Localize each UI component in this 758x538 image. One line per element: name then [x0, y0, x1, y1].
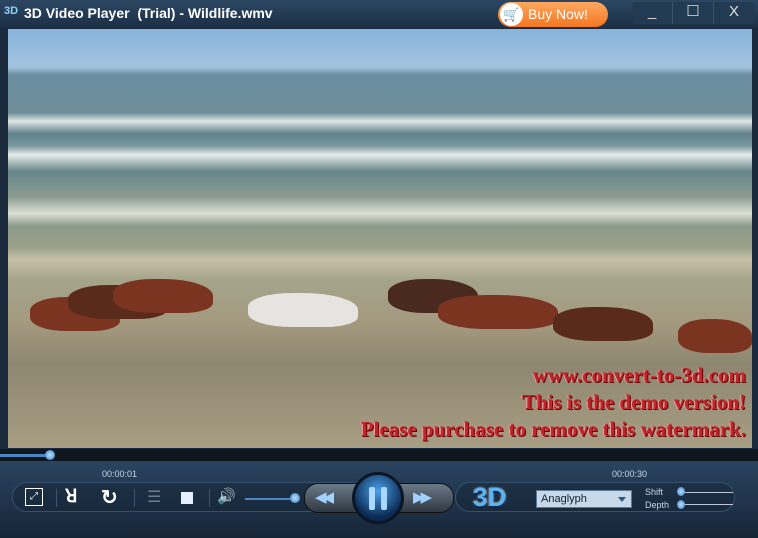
- seek-progress: [0, 454, 50, 457]
- window-title: 3D Video Player (Trial) - Wildlife.wmv: [24, 5, 273, 21]
- horse-image: [113, 279, 213, 313]
- volume-handle[interactable]: [290, 493, 300, 503]
- 3d-logo: 3D: [473, 482, 507, 512]
- app-logo: 3D: [4, 5, 19, 17]
- minimize-button[interactable]: _: [632, 2, 673, 24]
- stop-icon[interactable]: [181, 492, 193, 504]
- 3d-glasses-icon[interactable]: ꓤ: [65, 486, 78, 507]
- depth-slider[interactable]: [683, 504, 733, 505]
- watermark-line: www.convert-to-3d.com: [532, 363, 746, 387]
- divider: [134, 489, 135, 507]
- seek-bar[interactable]: [0, 449, 758, 461]
- volume-slider[interactable]: [245, 498, 290, 500]
- watermark-line: Please purchase to remove this watermark…: [360, 417, 746, 441]
- control-panel: 00:00:01 00:00:30 ⤢ ꓤ ↻ ☰ 🔊 ◀◀ ▶▶ 3D Ana…: [0, 461, 758, 538]
- shift-label: Shift: [645, 487, 664, 497]
- loop-icon[interactable]: ↻: [101, 485, 118, 510]
- shift-slider[interactable]: [683, 492, 733, 493]
- pause-icon: [381, 487, 387, 510]
- window-controls: _ ☐ X: [632, 2, 754, 24]
- cart-icon: 🛒: [500, 3, 523, 26]
- divider: [56, 489, 57, 507]
- rewind-button[interactable]: ◀◀: [315, 488, 334, 506]
- seek-handle[interactable]: [45, 450, 55, 460]
- video-area[interactable]: www.convert-to-3d.com This is the demo v…: [8, 29, 752, 448]
- close-button[interactable]: X: [714, 2, 754, 24]
- buy-now-button[interactable]: 🛒 Buy Now!: [498, 2, 608, 27]
- depth-label: Depth: [645, 500, 670, 510]
- pause-button[interactable]: [352, 472, 404, 524]
- depth-handle[interactable]: [677, 500, 685, 509]
- playlist-icon[interactable]: ☰: [147, 487, 161, 507]
- divider: [209, 489, 210, 507]
- horse-image: [248, 293, 358, 327]
- title-bar: 3D 3D Video Player (Trial) - Wildlife.wm…: [0, 0, 758, 28]
- 3d-mode-value: Anaglyph: [541, 493, 587, 505]
- maximize-button[interactable]: ☐: [673, 2, 714, 24]
- volume-icon[interactable]: 🔊: [217, 487, 236, 505]
- fast-forward-button[interactable]: ▶▶: [413, 488, 432, 506]
- current-time: 00:00:01: [102, 469, 138, 479]
- horse-image: [553, 307, 653, 341]
- horse-image: [678, 319, 752, 353]
- shift-handle[interactable]: [677, 487, 685, 496]
- pause-icon: [369, 487, 375, 510]
- fullscreen-icon[interactable]: ⤢: [25, 488, 43, 506]
- horse-image: [438, 295, 558, 329]
- buy-now-label: Buy Now!: [528, 6, 588, 22]
- chevron-down-icon: [618, 497, 626, 502]
- 3d-mode-select[interactable]: Anaglyph: [536, 490, 632, 508]
- watermark-line: This is the demo version!: [521, 390, 746, 414]
- total-time: 00:00:30: [612, 469, 648, 479]
